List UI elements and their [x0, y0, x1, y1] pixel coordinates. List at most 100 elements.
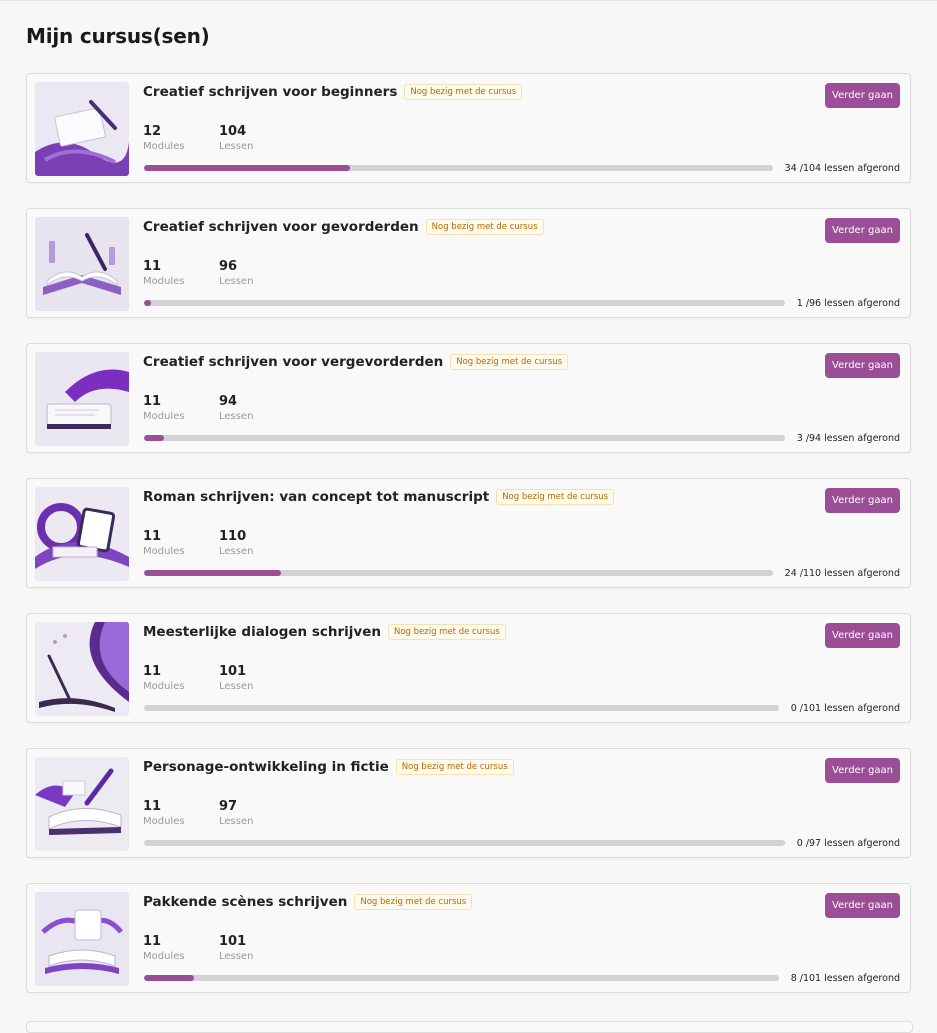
progress-bar [144, 840, 785, 846]
progress-fill [144, 435, 165, 441]
page-title: Mijn cursus(sen) [26, 24, 210, 48]
progress-fill [144, 570, 282, 576]
progress-bar [144, 975, 779, 981]
course-title[interactable]: Meesterlijke dialogen schrijven [143, 624, 381, 640]
course-title[interactable]: Creatief schrijven voor vergevorderden [143, 354, 443, 370]
book-and-pen-illustration [35, 82, 129, 176]
status-badge: Nog bezig met de cursus [425, 219, 544, 235]
status-badge: Nog bezig met de cursus [450, 354, 569, 370]
progress-text: 1 /96 lessen afgerond [796, 298, 900, 309]
modules-stat: 11 Modules [143, 664, 185, 694]
lessons-count: 96 [219, 259, 238, 274]
lessons-count: 101 [219, 934, 247, 949]
status-badge: Nog bezig met de cursus [496, 489, 615, 505]
lessons-label: Lessen [219, 951, 254, 962]
modules-label: Modules [143, 276, 185, 287]
scroll-book-illustration [35, 892, 129, 986]
progress-text: 0 /101 lessen afgerond [790, 703, 900, 714]
lessons-label: Lessen [219, 546, 254, 557]
lessons-label: Lessen [219, 681, 254, 692]
course-title[interactable]: Pakkende scènes schrijven [143, 894, 347, 910]
course-title-row: Creatief schrijven voor vergevorderden No… [143, 354, 569, 370]
course-card: Meesterlijke dialogen schrijven Nog bezig… [26, 613, 911, 723]
course-title-row: Meesterlijke dialogen schrijven Nog bezig… [143, 624, 506, 640]
course-title-row: Personage-ontwikkeling in fictie Nog bezi… [143, 759, 514, 775]
course-thumbnail[interactable] [35, 757, 129, 851]
progress-text: 3 /94 lessen afgerond [796, 433, 900, 444]
course-thumbnail[interactable] [35, 487, 129, 581]
quill-swirl-illustration [35, 622, 129, 716]
course-title-row: Roman schrijven: van concept tot manuscr… [143, 489, 615, 505]
progress-text: 8 /101 lessen afgerond [790, 973, 900, 984]
course-title-row: Creatief schrijven voor gevorderden Nog b… [143, 219, 544, 235]
modules-label: Modules [143, 816, 185, 827]
course-card: Creatief schrijven voor vergevorderden No… [26, 343, 911, 453]
continue-button[interactable]: Verder gaan [825, 353, 900, 378]
modules-stat: 11 Modules [143, 799, 185, 829]
progress-bar [144, 435, 785, 441]
course-thumbnail[interactable] [35, 217, 129, 311]
tablet-ribbon-illustration [35, 352, 129, 446]
course-title[interactable]: Personage-ontwikkeling in fictie [143, 759, 389, 775]
lessons-stat: 94 Lessen [219, 394, 253, 424]
course-card: Creatief schrijven voor beginners Nog bez… [26, 73, 911, 183]
modules-count: 12 [143, 124, 162, 139]
course-thumbnail[interactable] [35, 82, 129, 176]
lessons-label: Lessen [219, 276, 254, 287]
modules-label: Modules [143, 141, 185, 152]
progress-bar [144, 300, 785, 306]
modules-stat: 12 Modules [143, 124, 185, 154]
modules-count: 11 [143, 934, 162, 949]
modules-label: Modules [143, 411, 185, 422]
modules-label: Modules [143, 546, 185, 557]
lessons-stat: 96 Lessen [219, 259, 253, 289]
status-badge: Nog bezig met de cursus [395, 759, 514, 775]
course-card: Roman schrijven: van concept tot manuscr… [26, 478, 911, 588]
lessons-stat: 110 Lessen [219, 529, 253, 559]
status-badge: Nog bezig met de cursus [354, 894, 473, 910]
modules-label: Modules [143, 681, 185, 692]
course-card-partial [26, 1021, 913, 1033]
course-thumbnail[interactable] [35, 892, 129, 986]
progress-fill [144, 165, 350, 171]
progress-text: 0 /97 lessen afgerond [796, 838, 900, 849]
status-badge: Nog bezig met de cursus [387, 624, 506, 640]
lessons-count: 101 [219, 664, 247, 679]
progress-bar [144, 570, 773, 576]
lessons-count: 110 [219, 529, 247, 544]
continue-button[interactable]: Verder gaan [825, 893, 900, 918]
course-title[interactable]: Creatief schrijven voor beginners [143, 84, 397, 100]
progress-bar [144, 165, 773, 171]
continue-button[interactable]: Verder gaan [825, 623, 900, 648]
course-title[interactable]: Creatief schrijven voor gevorderden [143, 219, 419, 235]
modules-count: 11 [143, 259, 162, 274]
progress-fill [144, 975, 195, 981]
progress-text: 24 /110 lessen afgerond [784, 568, 900, 579]
continue-button[interactable]: Verder gaan [825, 758, 900, 783]
modules-count: 11 [143, 529, 162, 544]
modules-label: Modules [143, 951, 185, 962]
course-card: Personage-ontwikkeling in fictie Nog bezi… [26, 748, 911, 858]
progress-bar [144, 705, 779, 711]
open-book-pen-illustration [35, 217, 129, 311]
modules-count: 11 [143, 664, 162, 679]
modules-stat: 11 Modules [143, 259, 185, 289]
modules-stat: 11 Modules [143, 529, 185, 559]
course-title[interactable]: Roman schrijven: van concept tot manuscr… [143, 489, 489, 505]
status-badge: Nog bezig met de cursus [404, 84, 523, 100]
course-thumbnail[interactable] [35, 352, 129, 446]
course-thumbnail[interactable] [35, 622, 129, 716]
continue-button[interactable]: Verder gaan [825, 218, 900, 243]
lessons-count: 94 [219, 394, 238, 409]
course-card: Creatief schrijven voor gevorderden Nog b… [26, 208, 911, 318]
lessons-label: Lessen [219, 411, 254, 422]
book-fountain-pen-illustration [35, 757, 129, 851]
course-title-row: Pakkende scènes schrijven Nog bezig met d… [143, 894, 473, 910]
course-card: Pakkende scènes schrijven Nog bezig met d… [26, 883, 911, 993]
continue-button[interactable]: Verder gaan [825, 83, 900, 108]
progress-text: 34 /104 lessen afgerond [784, 163, 900, 174]
course-list: Creatief schrijven voor beginners Nog bez… [26, 73, 911, 1018]
device-swirl-illustration [35, 487, 129, 581]
course-title-row: Creatief schrijven voor beginners Nog bez… [143, 84, 523, 100]
continue-button[interactable]: Verder gaan [825, 488, 900, 513]
